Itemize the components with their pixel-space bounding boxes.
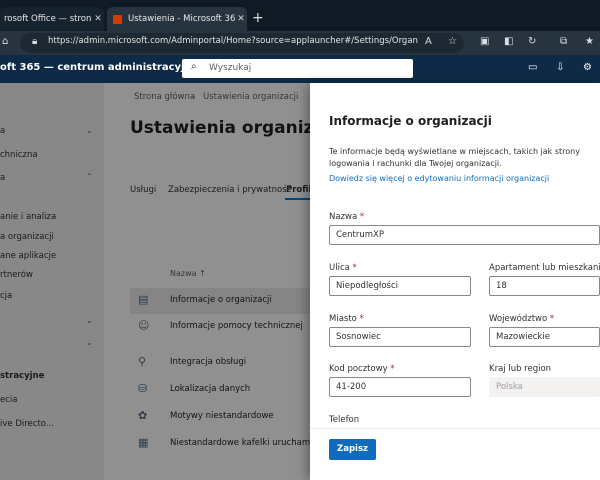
download-icon[interactable]: ⇩ xyxy=(556,62,564,73)
office-logo-icon xyxy=(113,14,122,24)
tab-label: Ustawienia - Microsoft 365 — ce xyxy=(128,14,235,24)
save-button[interactable]: Zapisz xyxy=(329,439,376,460)
search-icon: ⌕ xyxy=(191,61,197,72)
country-label: Kraj lub region xyxy=(489,364,552,374)
extension-icon[interactable]: ▣ xyxy=(480,36,489,47)
gear-icon[interactable]: ⚙ xyxy=(583,62,592,73)
refresh-extension-icon[interactable]: ↻ xyxy=(528,36,536,47)
learn-more-link[interactable]: Dowiedz się więcej o edytowaniu informac… xyxy=(329,174,549,183)
street-label: Ulica * xyxy=(329,263,357,273)
favorites-bar-icon[interactable]: ★ xyxy=(585,36,594,47)
read-aloud-icon[interactable]: A xyxy=(425,36,432,47)
city-label: Miasto * xyxy=(329,314,364,324)
postal-code-field[interactable]: 41-200 xyxy=(329,377,471,397)
close-tab-icon[interactable]: ✕ xyxy=(92,14,104,24)
name-label: Nazwa * xyxy=(329,212,365,222)
city-field[interactable]: Sosnowiec xyxy=(329,327,471,347)
modal-overlay[interactable] xyxy=(0,83,310,480)
name-field[interactable]: CentrumXP xyxy=(329,225,600,245)
street-field[interactable]: Niepodległości xyxy=(329,276,471,296)
url-text: https://admin.microsoft.com/Adminportal/… xyxy=(48,36,418,46)
app-title[interactable]: oft 365 — centrum administracyjne xyxy=(0,62,198,73)
voivodeship-field[interactable]: Mazowieckie xyxy=(489,327,600,347)
tab-label: rosoft Office — strona główn xyxy=(4,14,92,24)
home-icon[interactable]: ⌂ xyxy=(2,36,8,47)
panel-title: Informacje o organizacji xyxy=(329,114,492,128)
lock-icon[interactable]: 🔒︎ xyxy=(32,36,37,47)
favorite-icon[interactable]: ☆ xyxy=(448,36,457,47)
new-tab-icon[interactable]: + xyxy=(252,11,264,25)
browser-tab-settings[interactable]: Ustawienia - Microsoft 365 — ce ✕ xyxy=(107,7,247,31)
search-placeholder: Wyszukaj xyxy=(209,63,252,73)
panel-description: Te informacje będą wyświetlane w miejsca… xyxy=(329,147,580,168)
office-extension-icon[interactable]: ◧ xyxy=(504,36,513,47)
terminal-icon[interactable]: ▭ xyxy=(528,62,537,73)
phone-label: Telefon xyxy=(329,415,360,425)
close-tab-icon[interactable]: ✕ xyxy=(235,14,247,24)
voivodeship-label: Województwo * xyxy=(489,314,555,324)
collections-icon[interactable]: ⧉ xyxy=(560,36,567,47)
country-field: Polska xyxy=(489,377,600,397)
apartment-label: Apartament lub mieszkanie xyxy=(489,263,600,273)
postal-code-label: Kod pocztowy * xyxy=(329,364,395,374)
browser-tab-office-home[interactable]: rosoft Office — strona główn ✕ xyxy=(0,7,104,31)
apartment-field[interactable]: 18 xyxy=(489,276,600,296)
